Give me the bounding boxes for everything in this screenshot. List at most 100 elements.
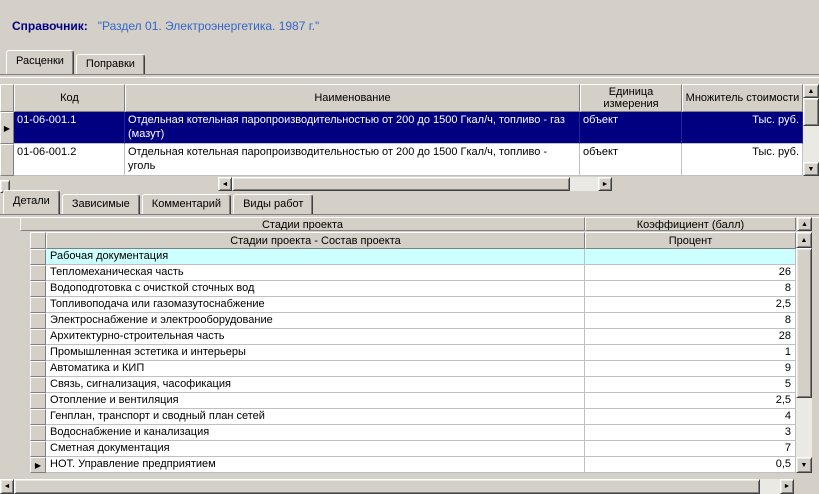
details-hscrollbar[interactable]: ◄ ► — [0, 479, 819, 494]
stage-cell: Водоснабжение и канализация — [46, 425, 585, 441]
details-tabstrip: Детали Зависимые Комментарий Виды работ — [3, 191, 315, 214]
scroll-up-icon: ▲ — [808, 88, 815, 95]
table-row[interactable]: Промышленная эстетика и интерьеры 1 — [30, 345, 812, 361]
table-row[interactable]: Топливоподача или газомазутоснабжение 2,… — [30, 297, 812, 313]
column-header-stages: Стадии проекта - Состав проекта — [46, 232, 585, 249]
stage-cell: Тепломеханическая часть — [46, 265, 585, 281]
scroll-up-button[interactable]: ▲ — [796, 232, 812, 248]
percent-cell: 4 — [585, 409, 796, 425]
row-indicator — [30, 393, 46, 409]
vscroll-track[interactable] — [796, 398, 812, 457]
unit-cell: объект — [580, 144, 682, 176]
details-vscrollbar[interactable]: ▲ ▼ — [796, 232, 812, 473]
clipped-grid-scroll-up-button[interactable]: ▲ — [797, 217, 812, 231]
column-header-unit: Единица измерения — [580, 84, 682, 112]
multiplier-cell: Тыс. руб. — [682, 112, 803, 144]
row-indicator — [30, 313, 46, 329]
stage-cell: Рабочая документация — [46, 249, 585, 265]
clipped-header-stages: Стадии проекта — [20, 217, 585, 231]
hscroll-track[interactable] — [570, 177, 598, 191]
scroll-right-button[interactable]: ► — [598, 177, 612, 191]
table-row[interactable]: Связь, сигнализация, часофикация 5 — [30, 377, 812, 393]
vscroll-track[interactable] — [803, 126, 819, 162]
current-row-icon: ▶ — [4, 124, 10, 133]
scroll-down-button[interactable]: ▼ — [796, 457, 812, 473]
stage-cell: Отопление и вентиляция — [46, 393, 585, 409]
table-row[interactable]: Тепломеханическая часть 26 — [30, 265, 812, 281]
column-header-percent: Процент — [585, 232, 796, 249]
table-row[interactable]: Электроснабжение и электрооборудование 8 — [30, 313, 812, 329]
tab-comment[interactable]: Комментарий — [142, 194, 231, 214]
scroll-right-icon: ► — [602, 181, 609, 188]
vscroll-thumb[interactable] — [796, 248, 812, 398]
hscroll-track[interactable] — [760, 479, 780, 494]
indicator-header-cell — [30, 232, 46, 249]
percent-cell: 1 — [585, 345, 796, 361]
stage-cell: Генплан, транспорт и сводный план сетей — [46, 409, 585, 425]
percent-cell: 2,5 — [585, 393, 796, 409]
stage-cell: Электроснабжение и электрооборудование — [46, 313, 585, 329]
stage-cell: Автоматика и КИП — [46, 361, 585, 377]
row-indicator — [30, 249, 46, 265]
current-row-icon: ▶ — [35, 461, 41, 470]
tab-work-types[interactable]: Виды работ — [233, 194, 313, 214]
table-row[interactable]: Отопление и вентиляция 2,5 — [30, 393, 812, 409]
row-indicator: ▶ — [0, 112, 14, 144]
percent-cell: 5 — [585, 377, 796, 393]
stage-cell: Топливоподача или газомазутоснабжение — [46, 297, 585, 313]
table-row[interactable]: 01-06-001.2 Отдельная котельная паропрои… — [0, 144, 819, 176]
row-indicator — [30, 425, 46, 441]
name-cell: Отдельная котельная паропроизводительнос… — [125, 144, 580, 176]
scroll-right-button[interactable]: ► — [780, 479, 794, 494]
vscroll-thumb[interactable] — [803, 98, 819, 126]
percent-cell — [585, 249, 796, 265]
hscroll-thumb[interactable] — [232, 177, 570, 191]
scroll-right-icon: ► — [784, 483, 791, 490]
table-row[interactable]: ▶ 01-06-001.1 Отдельная котельная паропр… — [0, 112, 819, 144]
details-grid-header: Стадии проекта - Состав проекта Процент — [30, 232, 812, 249]
percent-cell: 2,5 — [585, 297, 796, 313]
clipped-grid-header: Стадии проекта Коэффициент (балл) — [20, 217, 796, 231]
tab-rates[interactable]: Расценки — [6, 50, 74, 74]
percent-cell: 8 — [585, 281, 796, 297]
scroll-down-button[interactable]: ▼ — [803, 162, 819, 176]
name-cell: Отдельная котельная паропроизводительнос… — [125, 112, 580, 144]
unit-cell: объект — [580, 112, 682, 144]
table-row[interactable]: Автоматика и КИП 9 — [30, 361, 812, 377]
row-indicator: ▶ — [30, 457, 46, 473]
scroll-up-button[interactable]: ▲ — [803, 84, 819, 98]
tab-corrections[interactable]: Поправки — [76, 54, 145, 74]
stage-cell: НОТ. Управление предприятием — [46, 457, 585, 473]
tab-details[interactable]: Детали — [3, 190, 60, 214]
row-indicator — [30, 441, 46, 457]
scroll-up-icon: ▲ — [801, 237, 808, 244]
column-header-multiplier: Множитель стоимости — [682, 84, 803, 112]
code-cell: 01-06-001.2 — [14, 144, 125, 176]
table-row[interactable]: Сметная документация 7 — [30, 441, 812, 457]
table-row[interactable]: ▶ НОТ. Управление предприятием 0,5 — [30, 457, 812, 473]
table-row[interactable]: Рабочая документация — [30, 249, 812, 265]
column-header-code: Код — [14, 84, 125, 112]
rates-vscrollbar[interactable]: ▲ ▼ — [803, 84, 819, 176]
rates-hscrollbar-area: ◄ ► — [0, 177, 819, 191]
scroll-left-button[interactable]: ◄ — [0, 479, 14, 494]
rates-hscrollbar[interactable]: ◄ ► — [218, 177, 612, 191]
table-row[interactable]: Архитектурно-строительная часть 28 — [30, 329, 812, 345]
column-header-name: Наименование — [125, 84, 580, 112]
code-cell: 01-06-001.1 — [14, 112, 125, 144]
stage-cell: Связь, сигнализация, часофикация — [46, 377, 585, 393]
row-indicator — [30, 265, 46, 281]
table-row[interactable]: Водоподготовка с очисткой сточных вод 8 — [30, 281, 812, 297]
scroll-left-button[interactable]: ◄ — [218, 177, 232, 191]
table-row[interactable]: Водоснабжение и канализация 3 — [30, 425, 812, 441]
stage-cell: Архитектурно-строительная часть — [46, 329, 585, 345]
hscroll-thumb[interactable] — [14, 479, 760, 494]
table-row[interactable]: Генплан, транспорт и сводный план сетей … — [30, 409, 812, 425]
app-window: Справочник:"Раздел 01. Электроэнергетика… — [0, 0, 819, 494]
percent-cell: 3 — [585, 425, 796, 441]
tab-dependent[interactable]: Зависимые — [62, 194, 140, 214]
scrollbar-corner — [794, 479, 819, 494]
reference-value: "Раздел 01. Электроэнергетика. 1987 г." — [98, 19, 319, 33]
row-indicator — [30, 297, 46, 313]
scroll-left-icon: ◄ — [222, 181, 229, 188]
